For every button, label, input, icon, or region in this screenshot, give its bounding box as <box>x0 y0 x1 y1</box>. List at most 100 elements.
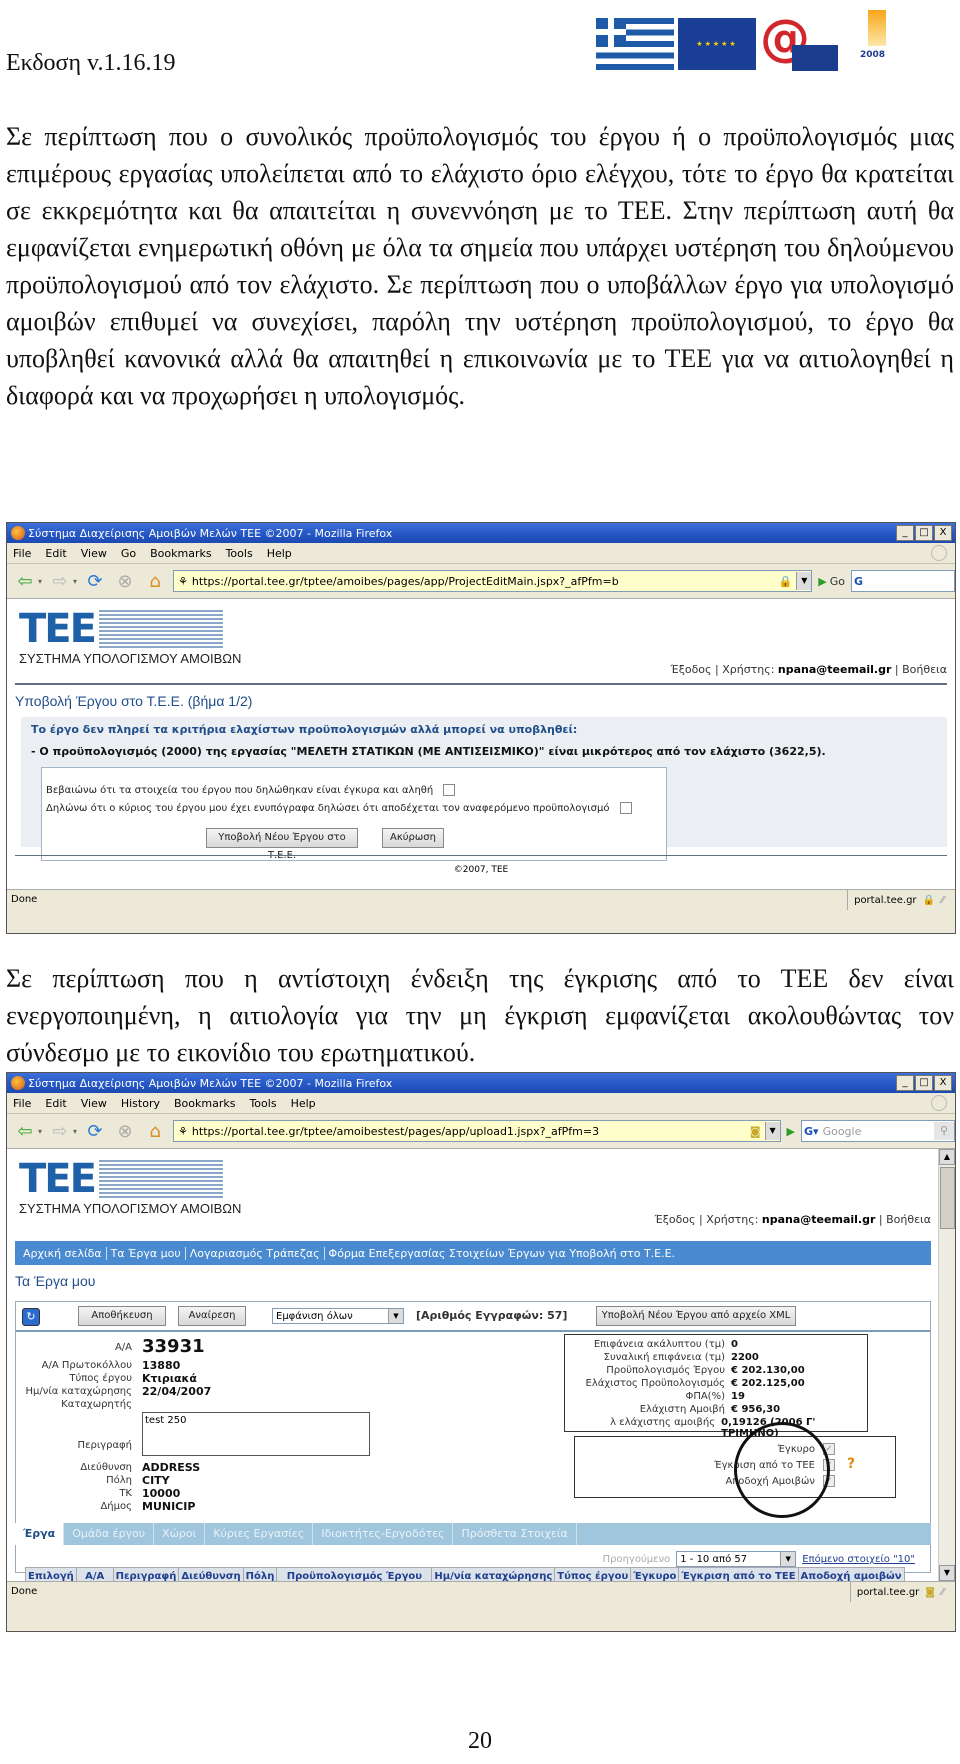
confirm-owner-checkbox[interactable] <box>619 802 632 814</box>
col-type[interactable]: Τύπος έργου <box>554 1567 632 1581</box>
resize-grip-icon[interactable]: ⁄⁄ <box>941 1587 955 1598</box>
maximize-button[interactable]: □ <box>915 525 933 541</box>
col-description[interactable]: Περιγραφή <box>112 1567 180 1581</box>
refresh-icon[interactable]: ↻ <box>22 1308 40 1326</box>
tab-additional[interactable]: Πρόσθετα Στοιχεία <box>453 1523 577 1545</box>
col-address[interactable]: Διεύθυνση <box>178 1567 244 1581</box>
go-arrow-icon[interactable]: ▶ <box>787 1125 795 1138</box>
search-input[interactable]: G▾ Google ⚲ <box>801 1120 955 1142</box>
menu-bar: File Edit View History Bookmarks Tools H… <box>7 1093 955 1114</box>
copyright: ©2007, TEE <box>453 865 509 875</box>
menu-bookmarks[interactable]: Bookmarks <box>174 1097 235 1110</box>
menu-file[interactable]: File <box>13 547 31 560</box>
help-link[interactable]: Βοήθεια <box>902 663 947 676</box>
cancel-button[interactable]: Ακύρωση <box>382 828 444 848</box>
url-dropdown-icon[interactable]: ▼ <box>764 1122 780 1140</box>
col-tee-approval[interactable]: Έγκριση από το ΤΕΕ <box>678 1567 799 1581</box>
url-input[interactable]: ⚘ https://portal.tee.gr/tptee/amoibes/pa… <box>173 570 813 592</box>
undo-button[interactable]: Αναίρεση <box>178 1306 246 1326</box>
scroll-down-icon[interactable]: ▼ <box>939 1565 955 1581</box>
menu-file[interactable]: File <box>13 1097 31 1110</box>
nav-my-projects[interactable]: Τα Έργα μου <box>107 1246 186 1260</box>
nav-home[interactable]: Αρχική σελίδα <box>19 1246 107 1260</box>
minimize-button[interactable]: _ <box>896 1075 914 1091</box>
description-textarea[interactable]: test 250 <box>142 1412 370 1456</box>
col-fee-acceptance[interactable]: Αποδοχή αμοιβών <box>797 1567 905 1581</box>
col-valid[interactable]: Έγκυρο <box>630 1567 680 1581</box>
tab-owners[interactable]: Ιδιοκτήτες-Εργοδότες <box>313 1523 454 1545</box>
scroll-thumb[interactable] <box>940 1167 955 1229</box>
go-button[interactable]: ▶ Go <box>818 575 845 588</box>
page-content: ΤΕΕ ΣΥΣΤΗΜΑ ΥΠΟΛΟΓΙΣΜΟΥ ΑΜΟΙΒΩΝ Έξοδος |… <box>7 1149 955 1581</box>
status-text: Done <box>7 1582 851 1602</box>
chevron-down-icon: ▼ <box>780 1552 796 1566</box>
search-input[interactable]: G <box>851 570 955 592</box>
menu-edit[interactable]: Edit <box>45 1097 66 1110</box>
menu-help[interactable]: Help <box>291 1097 316 1110</box>
back-dropdown-icon[interactable]: ▾ <box>38 577 42 586</box>
forward-dropdown-icon[interactable]: ▾ <box>73 1127 77 1136</box>
col-date[interactable]: Ημ/νία καταχώρησης <box>431 1567 556 1581</box>
tab-project-team[interactable]: Ομάδα έργου <box>64 1523 155 1545</box>
url-dropdown-icon[interactable]: ▼ <box>796 572 812 590</box>
protocol-value: 13880 <box>142 1359 181 1372</box>
menu-view[interactable]: View <box>81 1097 107 1110</box>
close-button[interactable]: X <box>934 1075 952 1091</box>
logout-link[interactable]: Έξοδος <box>655 1213 696 1226</box>
col-budget[interactable]: Προϋπολογισμός Έργου <box>276 1567 433 1581</box>
menu-bookmarks[interactable]: Bookmarks <box>150 547 211 560</box>
forward-arrow-icon[interactable]: ⇨ <box>48 1119 72 1143</box>
scroll-up-icon[interactable]: ▲ <box>939 1149 955 1165</box>
menu-help[interactable]: Help <box>267 547 292 560</box>
xml-upload-button[interactable]: Υποβολή Νέου Έργου από αρχείο XML <box>596 1306 796 1326</box>
help-link[interactable]: Βοήθεια <box>886 1213 931 1226</box>
url-input[interactable]: ⚘ https://portal.tee.gr/tptee/amoibestes… <box>173 1120 781 1142</box>
maximize-button[interactable]: □ <box>915 1075 933 1091</box>
forward-arrow-icon[interactable]: ⇨ <box>48 569 72 593</box>
close-button[interactable]: X <box>934 525 952 541</box>
menu-edit[interactable]: Edit <box>45 547 66 560</box>
nav-bank-account[interactable]: Λογαριασμός Τράπεζας <box>186 1246 325 1260</box>
pager-range-select[interactable]: 1 - 10 από 57 ▼ <box>676 1551 797 1567</box>
filter-select[interactable]: Εμφάνιση όλων ▼ <box>272 1308 404 1324</box>
rss-icon[interactable]: ◙ <box>750 1125 761 1138</box>
stop-icon[interactable]: ⊗ <box>113 1119 137 1143</box>
type-label: Τύπος έργου <box>69 1373 132 1384</box>
save-button[interactable]: Αποθήκευση <box>78 1306 166 1326</box>
submit-project-button[interactable]: Υποβολή Νέου Έργου στο Τ.Ε.Ε. <box>206 828 358 861</box>
lock-icon[interactable]: 🔒 <box>779 575 793 588</box>
back-arrow-icon[interactable]: ⇦ <box>13 1119 37 1143</box>
resize-grip-icon[interactable]: ⁄⁄ <box>941 895 955 906</box>
menu-tools[interactable]: Tools <box>249 1097 276 1110</box>
zip-value: 10000 <box>142 1487 181 1500</box>
menu-go[interactable]: Go <box>121 547 136 560</box>
magnifier-icon[interactable]: ⚲ <box>934 1122 954 1140</box>
pager-next-link[interactable]: Επόμενο στοιχείο "10" <box>802 1554 915 1565</box>
minimize-button[interactable]: _ <box>896 525 914 541</box>
logo-subtitle: ΣΥΣΤΗΜΑ ΥΠΟΛΟΓΙΣΜΟΥ ΑΜΟΙΒΩΝ <box>19 1201 242 1216</box>
logout-link[interactable]: Έξοδος <box>671 663 712 676</box>
home-icon[interactable]: ⌂ <box>143 569 167 593</box>
menu-tools[interactable]: Tools <box>226 547 253 560</box>
forward-dropdown-icon[interactable]: ▾ <box>73 577 77 586</box>
confirm-valid-checkbox[interactable] <box>443 784 456 796</box>
col-aa[interactable]: Α/Α <box>75 1567 114 1581</box>
reload-icon[interactable]: ⟳ <box>83 569 107 593</box>
stop-icon[interactable]: ⊗ <box>113 569 137 593</box>
home-icon[interactable]: ⌂ <box>143 1119 167 1143</box>
menu-view[interactable]: View <box>81 547 107 560</box>
menu-history[interactable]: History <box>121 1097 160 1110</box>
col-select[interactable]: Επιλογή <box>25 1567 77 1581</box>
tab-main-tasks[interactable]: Κύριες Εργασίες <box>205 1523 314 1545</box>
question-mark-icon[interactable]: ? <box>847 1456 855 1472</box>
back-dropdown-icon[interactable]: ▾ <box>38 1127 42 1136</box>
col-city[interactable]: Πόλη <box>242 1567 278 1581</box>
reload-icon[interactable]: ⟳ <box>83 1119 107 1143</box>
nav-project-form[interactable]: Φόρμα Επεξεργασίας Στοιχείων Έργων για Υ… <box>325 1247 680 1260</box>
summary-row: Ελάχιστη Αμοιβή € 956,30 <box>639 1404 781 1415</box>
tab-spaces[interactable]: Χώροι <box>154 1523 206 1545</box>
back-arrow-icon[interactable]: ⇦ <box>13 569 37 593</box>
vertical-scrollbar[interactable]: ▲ ▼ <box>938 1149 955 1581</box>
tab-projects[interactable]: Έργα <box>15 1523 65 1545</box>
pager-previous: Προηγούμενο <box>602 1553 671 1565</box>
